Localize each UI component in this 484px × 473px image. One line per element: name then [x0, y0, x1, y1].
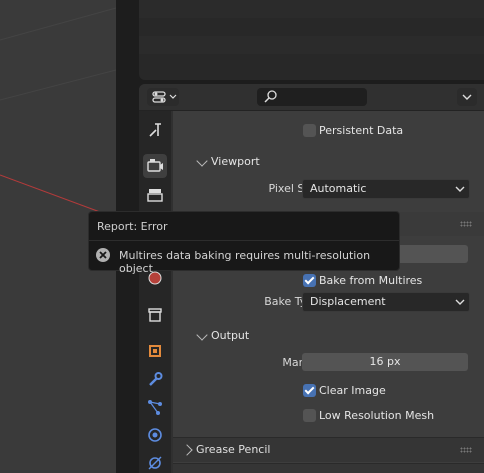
- bake-from-multires-label: Bake from Multires: [319, 274, 423, 287]
- bake-type-value: Displacement: [310, 295, 386, 308]
- grease-pencil-panel-title: Grease Pencil: [196, 443, 271, 456]
- tool-icon: [149, 123, 161, 137]
- low-res-mesh-label: Low Resolution Mesh: [319, 409, 435, 422]
- properties-editor: Persistent Data Viewport Pixel Size Auto…: [139, 84, 484, 473]
- properties-header: [139, 84, 484, 111]
- error-report-tooltip: Report: Error Multires data baking requi…: [88, 211, 400, 275]
- error-close-circle-icon: [96, 248, 110, 262]
- output-subpanel-header[interactable]: Output: [173, 324, 484, 348]
- grease-pencil-panel-header[interactable]: Grease Pencil: [173, 437, 484, 462]
- wrench-icon: [149, 372, 163, 386]
- editor-type-button[interactable]: [147, 88, 179, 106]
- chevron-down-icon: [196, 155, 208, 167]
- x-axis-line: [0, 174, 101, 213]
- drag-grip-icon[interactable]: [460, 447, 472, 453]
- persistent-data-checkbox[interactable]: [303, 124, 316, 137]
- tooltip-divider: [89, 240, 399, 241]
- tooltip-message: Multires data baking requires multi-reso…: [119, 249, 371, 275]
- properties-content: Persistent Data Viewport Pixel Size Auto…: [173, 111, 484, 473]
- collection-tab[interactable]: [143, 303, 167, 327]
- chevron-down-icon: [462, 94, 472, 100]
- low-res-mesh-checkbox[interactable]: [303, 409, 316, 422]
- margin-value: 16 px: [369, 355, 401, 368]
- particles-icon: [148, 400, 162, 415]
- object-square-icon: [149, 345, 161, 357]
- options-dropdown-button[interactable]: [457, 88, 477, 106]
- search-icon: [264, 90, 277, 103]
- render-camera-icon: [147, 159, 163, 172]
- object-tab[interactable]: [143, 339, 167, 363]
- chevron-down-icon: [455, 186, 465, 192]
- outliner-panel[interactable]: [139, 0, 484, 80]
- search-input[interactable]: [257, 88, 367, 106]
- clear-image-checkbox[interactable]: [303, 384, 316, 397]
- constraints-tab[interactable]: [143, 451, 167, 473]
- modifier-tab[interactable]: [143, 367, 167, 391]
- tool-tab[interactable]: [143, 118, 167, 142]
- properties-editor-icon: [152, 91, 177, 103]
- output-printer-icon: [147, 189, 163, 202]
- clear-image-label: Clear Image: [319, 384, 386, 397]
- particles-tab[interactable]: [143, 395, 167, 419]
- next-panel-header[interactable]: [173, 463, 484, 473]
- chevron-right-icon: [181, 444, 193, 456]
- constraints-icon: [148, 456, 162, 470]
- bake-from-multires-checkbox[interactable]: [303, 274, 316, 287]
- pixel-size-dropdown[interactable]: Automatic: [302, 179, 470, 199]
- output-tab[interactable]: [143, 183, 167, 207]
- chevron-down-icon: [455, 299, 465, 305]
- viewport-panel-title: Viewport: [211, 155, 260, 168]
- drag-grip-icon[interactable]: [460, 221, 472, 227]
- chevron-down-icon: [196, 329, 208, 341]
- collection-box-icon: [148, 308, 162, 322]
- physics-tab[interactable]: [143, 423, 167, 447]
- bake-type-dropdown[interactable]: Displacement: [302, 292, 470, 312]
- output-panel-title: Output: [211, 329, 250, 342]
- persistent-data-label: Persistent Data: [319, 124, 404, 137]
- properties-tab-bar: [139, 111, 171, 473]
- tooltip-title: Report: Error: [97, 220, 168, 233]
- viewport-subpanel-header[interactable]: Viewport: [173, 150, 484, 174]
- render-tab[interactable]: [143, 154, 167, 178]
- physics-orbit-icon: [148, 428, 162, 442]
- pixel-size-value: Automatic: [310, 182, 367, 195]
- margin-field[interactable]: 16 px: [302, 353, 468, 371]
